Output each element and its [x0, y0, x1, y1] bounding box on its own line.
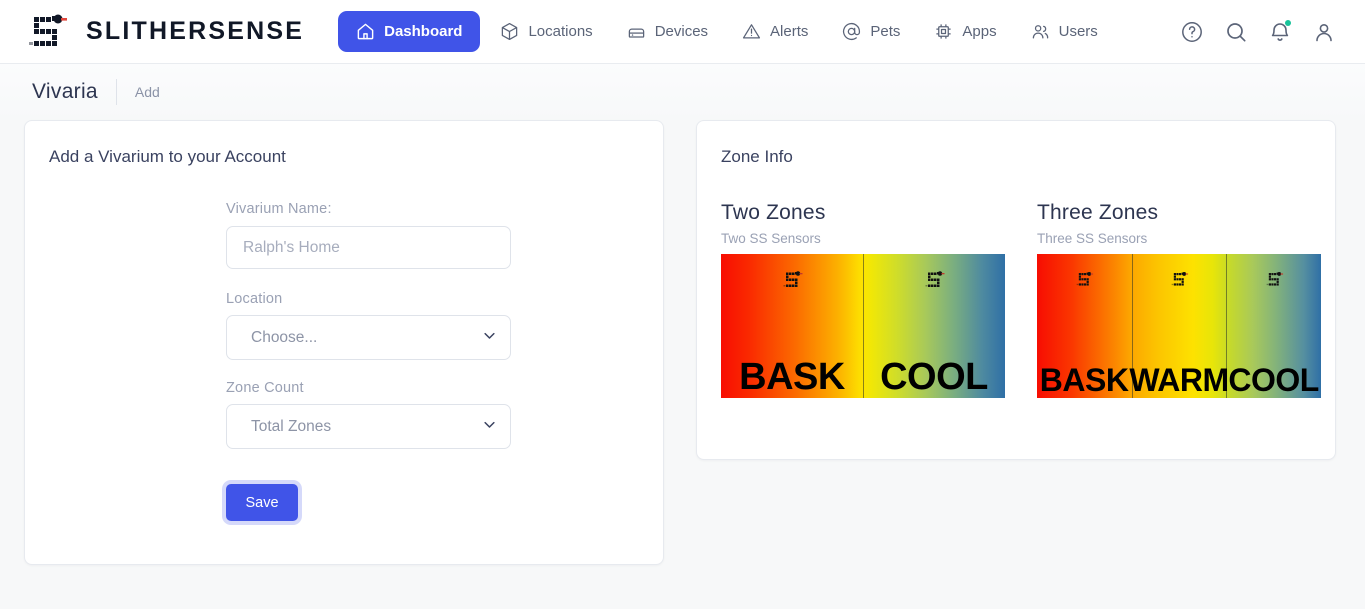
snake-logo-icon — [24, 13, 68, 51]
nav-item-locations[interactable]: Locations — [486, 12, 606, 51]
nav-label: Alerts — [770, 23, 809, 40]
nav-label: Dashboard — [384, 23, 463, 40]
breadcrumb: Vivaria Add — [0, 64, 1365, 120]
zone-label: COOL — [1228, 362, 1319, 398]
save-button[interactable]: Save — [226, 484, 298, 521]
zone-count-select[interactable]: Total Zones — [226, 404, 511, 449]
vivarium-name-label: Vivarium Name: — [226, 201, 332, 217]
header-actions — [1179, 19, 1345, 45]
vivarium-name-input[interactable] — [226, 226, 511, 269]
page-title: Vivaria — [32, 80, 98, 103]
nav-label: Locations — [528, 23, 593, 40]
location-label: Location — [226, 291, 283, 307]
location-select[interactable]: Choose... — [226, 315, 511, 360]
snake-logo-icon — [1076, 271, 1094, 286]
home-icon — [356, 22, 375, 41]
zone-heading: Two Zones — [721, 201, 826, 224]
brand[interactable]: SLITHERSENSE — [24, 13, 304, 51]
notification-badge — [1285, 19, 1291, 26]
add-vivarium-card: Add a Vivarium to your Account Vivarium … — [24, 120, 664, 565]
zone-heading: Three Zones — [1037, 201, 1159, 224]
warning-triangle-icon — [742, 22, 761, 41]
device-icon — [627, 22, 646, 41]
zone-block-two: Two Zones Two SS Sensors BASK COOL — [721, 201, 1005, 398]
nav-item-users[interactable]: Users — [1017, 12, 1112, 51]
search-icon[interactable] — [1223, 19, 1249, 45]
zone-diagrams: Two Zones Two SS Sensors BASK COOL Three… — [721, 201, 1321, 398]
snake-logo-icon — [925, 271, 945, 287]
at-sign-icon — [842, 22, 861, 41]
zone-count-label: Zone Count — [226, 380, 304, 396]
three-zone-gradient: BASK WARM COOL — [1037, 254, 1321, 398]
help-icon[interactable] — [1179, 19, 1205, 45]
nav-label: Apps — [962, 23, 997, 40]
brand-name: SLITHERSENSE — [86, 17, 305, 45]
nav-item-alerts[interactable]: Alerts — [728, 12, 822, 51]
app-header: SLITHERSENSE Dashboard Locations Devices — [0, 0, 1365, 64]
snake-logo-icon — [783, 271, 803, 287]
location-select-wrap: Choose... — [226, 315, 511, 360]
zone-label: COOL — [880, 356, 988, 398]
card-title: Add a Vivarium to your Account — [49, 147, 286, 166]
nav-item-dashboard[interactable]: Dashboard — [338, 11, 481, 52]
zone-subtitle: Two SS Sensors — [721, 231, 821, 246]
breadcrumb-divider — [115, 79, 117, 105]
nav-item-apps[interactable]: Apps — [920, 12, 1010, 51]
zone-count-select-wrap: Total Zones — [226, 404, 511, 449]
chip-icon — [934, 22, 953, 41]
users-icon — [1031, 22, 1050, 41]
zone-info-title: Zone Info — [721, 147, 793, 166]
zone-label: WARM — [1129, 362, 1229, 398]
zone-label: BASK — [1039, 362, 1129, 398]
two-zone-gradient: BASK COOL — [721, 254, 1005, 398]
breadcrumb-current[interactable]: Add — [135, 84, 160, 100]
nav-label: Pets — [870, 23, 901, 40]
zone-subtitle: Three SS Sensors — [1037, 231, 1148, 246]
cube-icon — [500, 22, 519, 41]
zone-label: BASK — [739, 356, 845, 398]
zone-block-three: Three Zones Three SS Sensors BASK WARM C… — [1037, 201, 1321, 398]
main-content: Add a Vivarium to your Account Vivarium … — [0, 120, 1365, 565]
nav-label: Devices — [654, 23, 709, 40]
snake-logo-icon — [1266, 271, 1283, 286]
main-nav: Dashboard Locations Devices Alerts Pets — [338, 11, 1112, 52]
add-vivarium-form: Vivarium Name: Location Choose... Zone C… — [49, 201, 639, 521]
bell-icon[interactable] — [1267, 19, 1293, 45]
nav-item-devices[interactable]: Devices — [613, 12, 722, 51]
zone-divider — [863, 254, 864, 398]
nav-label: Users — [1058, 23, 1098, 40]
nav-item-pets[interactable]: Pets — [828, 12, 914, 51]
account-icon[interactable] — [1311, 19, 1337, 45]
snake-logo-icon — [1171, 271, 1189, 286]
zone-info-card: Zone Info Two Zones Two SS Sensors BASK … — [696, 120, 1336, 460]
